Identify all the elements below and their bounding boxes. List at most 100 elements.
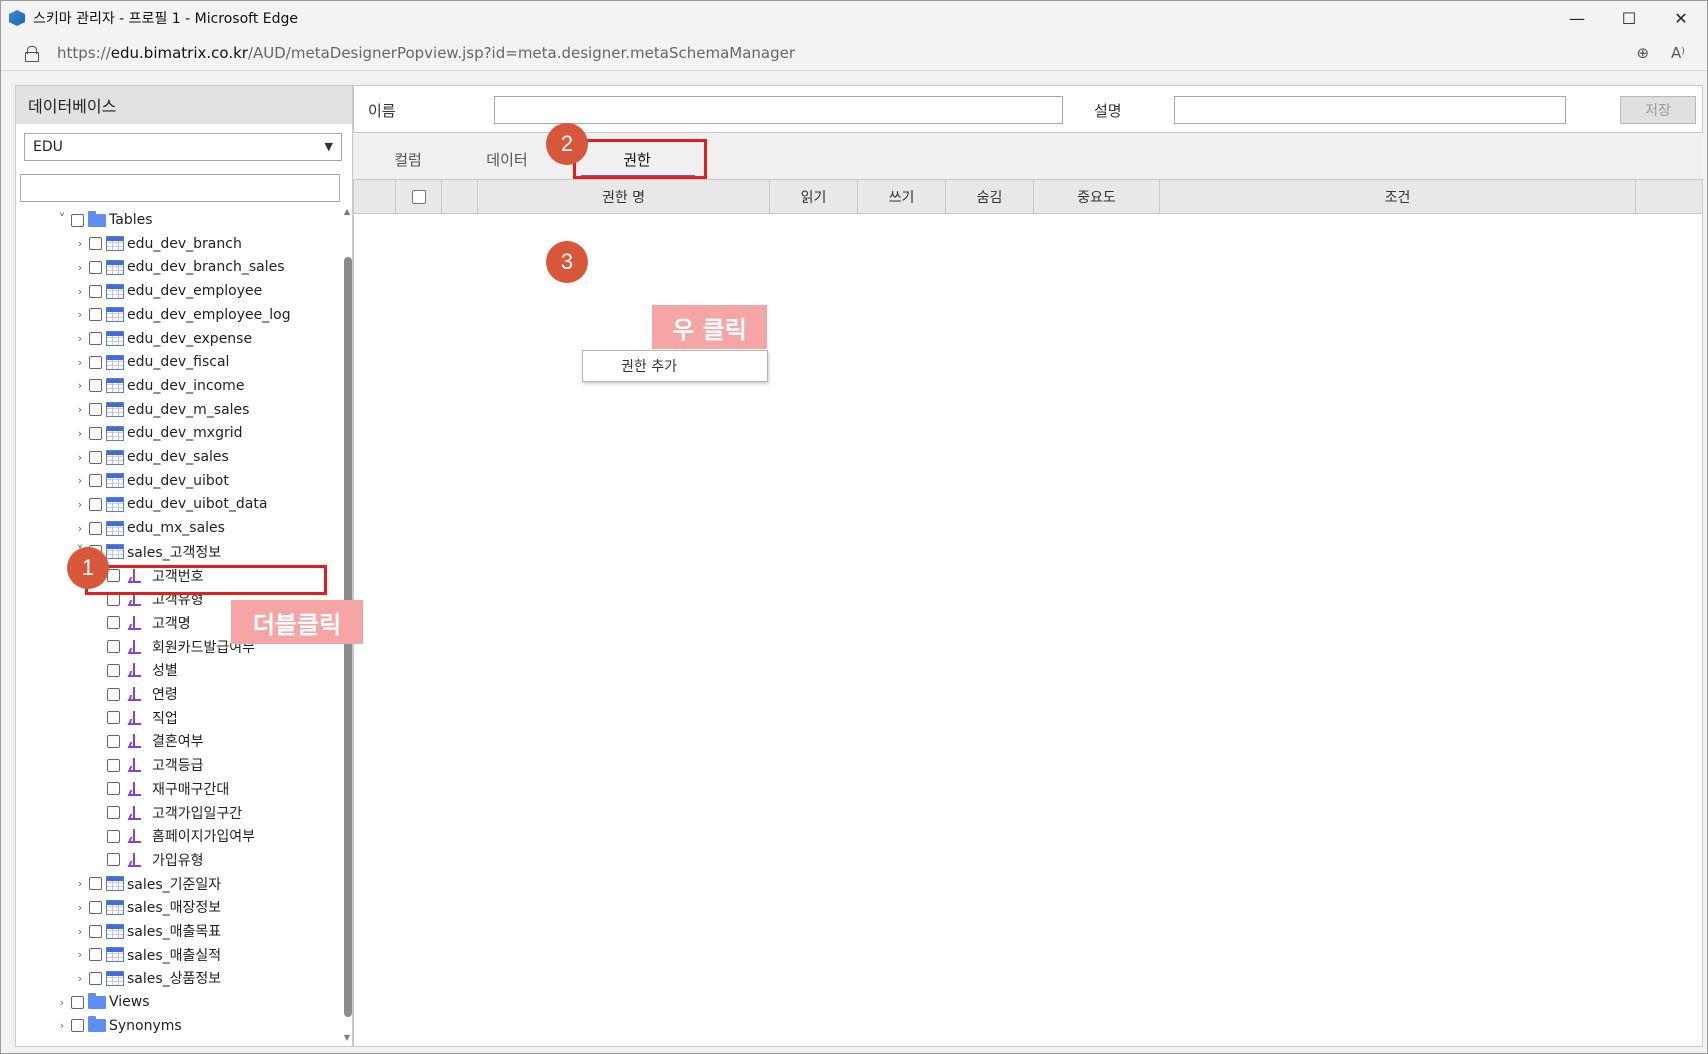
tree-item-column[interactable]: 재구매구간대 xyxy=(92,778,229,800)
tree-checkbox[interactable] xyxy=(89,497,102,511)
save-button[interactable]: 저장 xyxy=(1620,96,1696,124)
chevron-right-icon[interactable]: › xyxy=(74,451,86,464)
url-text[interactable]: https://edu.bimatrix.co.kr/AUD/metaDesig… xyxy=(57,44,795,62)
tree-checkbox[interactable] xyxy=(89,237,102,251)
tree-checkbox[interactable] xyxy=(107,829,120,843)
tree-item-folder[interactable]: ˅ Tables xyxy=(56,209,153,231)
tree-checkbox[interactable] xyxy=(89,924,102,938)
tree-checkbox[interactable] xyxy=(107,640,120,654)
tree-checkbox[interactable] xyxy=(89,403,102,417)
column-header-hidden[interactable]: 숨김 xyxy=(946,180,1034,214)
tree-checkbox[interactable] xyxy=(89,900,102,914)
tree-item-table[interactable]: › sales_기준일자 xyxy=(74,873,221,895)
tree-item-table[interactable]: › edu_dev_uibot_data xyxy=(74,493,268,515)
tree-item-table[interactable]: › edu_dev_employee xyxy=(74,280,262,302)
close-button[interactable]: ✕ xyxy=(1655,1,1707,35)
tree-checkbox[interactable] xyxy=(89,355,102,369)
chevron-right-icon[interactable]: › xyxy=(74,261,86,274)
chevron-right-icon[interactable]: › xyxy=(74,356,86,369)
zoom-icon[interactable]: ⊕ xyxy=(1636,44,1649,62)
tree-checkbox[interactable] xyxy=(89,948,102,962)
tree-item-table[interactable]: › sales_상품정보 xyxy=(74,967,221,989)
tree-item-table[interactable]: › edu_dev_fiscal xyxy=(74,351,230,373)
tree-item-table[interactable]: › edu_dev_uibot xyxy=(74,470,229,492)
column-header-condition[interactable]: 조건 xyxy=(1160,180,1636,214)
tab-data[interactable]: 데이터 xyxy=(477,149,537,170)
tree-checkbox[interactable] xyxy=(71,995,84,1009)
tree-item-table[interactable]: › edu_dev_m_sales xyxy=(74,399,250,421)
chevron-right-icon[interactable]: › xyxy=(74,925,86,938)
tree-item-column[interactable]: 직업 xyxy=(92,707,178,729)
tree-item-table[interactable]: › edu_dev_expense xyxy=(74,328,252,350)
tree-checkbox[interactable] xyxy=(89,332,102,345)
tree-checkbox[interactable] xyxy=(107,782,120,796)
chevron-right-icon[interactable]: › xyxy=(74,948,86,961)
tree-item-table[interactable]: › edu_dev_income xyxy=(74,375,245,397)
tree-item-table[interactable]: › sales_매출실적 xyxy=(74,944,221,966)
tree-checkbox[interactable] xyxy=(89,284,102,298)
chevron-right-icon[interactable]: › xyxy=(74,379,86,392)
chevron-right-icon[interactable]: › xyxy=(74,237,86,250)
tree-item-column[interactable]: 가입유형 xyxy=(92,849,204,871)
tree-item-table[interactable]: › sales_매장정보 xyxy=(74,896,221,918)
tree-checkbox[interactable] xyxy=(89,474,102,488)
chevron-right-icon[interactable]: › xyxy=(74,901,86,914)
scroll-up-icon[interactable]: ▲ xyxy=(342,207,352,216)
minimize-button[interactable]: — xyxy=(1551,1,1603,35)
tree-item-column[interactable]: 성별 xyxy=(92,659,178,681)
chevron-right-icon[interactable]: › xyxy=(74,427,86,440)
chevron-right-icon[interactable]: › xyxy=(56,1019,68,1032)
tree-checkbox[interactable] xyxy=(107,687,120,701)
tree-checkbox[interactable] xyxy=(107,806,120,819)
chevron-right-icon[interactable]: › xyxy=(74,498,86,511)
column-header-read[interactable]: 읽기 xyxy=(770,180,858,214)
tree-item-column[interactable]: 고객가입일구간 xyxy=(92,802,242,824)
address-bar[interactable]: https://edu.bimatrix.co.kr/AUD/metaDesig… xyxy=(1,35,1707,71)
tree-item-column[interactable]: 홈페이지가입여부 xyxy=(92,825,255,847)
chevron-right-icon[interactable]: › xyxy=(74,877,86,890)
chevron-right-icon[interactable]: › xyxy=(74,403,86,416)
tree-item-table[interactable]: › edu_dev_branch xyxy=(74,233,242,255)
tree-item-column[interactable]: 고객등급 xyxy=(92,754,204,776)
column-header-importance[interactable]: 중요도 xyxy=(1034,180,1160,214)
tree-search-input[interactable] xyxy=(20,174,340,202)
tree-item-table[interactable]: › edu_mx_sales xyxy=(74,517,225,539)
tree-checkbox[interactable] xyxy=(89,426,102,440)
tree-item-table[interactable]: › edu_dev_branch_sales xyxy=(74,256,285,278)
tree-checkbox[interactable] xyxy=(89,521,102,535)
select-all-checkbox[interactable] xyxy=(411,190,426,204)
chevron-right-icon[interactable]: › xyxy=(74,308,86,321)
tree-checkbox[interactable] xyxy=(71,213,84,227)
read-aloud-icon[interactable]: A⁾ xyxy=(1671,44,1685,62)
tree-checkbox[interactable] xyxy=(107,616,120,630)
tree-checkbox[interactable] xyxy=(71,1019,84,1033)
tree-item-table[interactable]: › edu_dev_mxgrid xyxy=(74,422,243,444)
maximize-button[interactable]: ☐ xyxy=(1603,1,1655,35)
tree-checkbox[interactable] xyxy=(89,971,102,985)
tree-checkbox[interactable] xyxy=(107,853,120,867)
tab-columns[interactable]: 컬럼 xyxy=(383,149,433,170)
chevron-right-icon[interactable]: › xyxy=(56,996,68,1009)
database-select[interactable]: EDU ▼ xyxy=(24,133,342,161)
tree-checkbox[interactable] xyxy=(89,379,102,393)
tree-checkbox[interactable] xyxy=(107,734,120,748)
tree-checkbox[interactable] xyxy=(107,663,120,677)
chevron-right-icon[interactable]: › xyxy=(74,285,86,298)
tree-item-column[interactable]: 고객명 xyxy=(92,612,191,634)
tree-item-table[interactable]: › edu_dev_employee_log xyxy=(74,304,291,326)
tree-checkbox[interactable] xyxy=(89,450,102,464)
tree-checkbox[interactable] xyxy=(89,260,102,274)
tree-checkbox[interactable] xyxy=(89,877,102,891)
column-header-write[interactable]: 쓰기 xyxy=(858,180,946,214)
chevron-right-icon[interactable]: › xyxy=(74,332,86,345)
chevron-down-icon[interactable]: ˅ xyxy=(56,212,68,228)
tree-item-column[interactable]: 결혼여부 xyxy=(92,730,204,752)
tree-item-folder[interactable]: › Views xyxy=(56,991,150,1013)
chevron-right-icon[interactable]: › xyxy=(74,522,86,535)
tree-item-column[interactable]: 연령 xyxy=(92,683,178,705)
tree-checkbox[interactable] xyxy=(89,308,102,322)
context-menu-add-permission[interactable]: 권한 추가 xyxy=(582,350,768,382)
lock-icon[interactable] xyxy=(25,45,39,62)
column-header-permission-name[interactable]: 권한 명 xyxy=(478,180,770,214)
name-input[interactable] xyxy=(494,96,1063,124)
